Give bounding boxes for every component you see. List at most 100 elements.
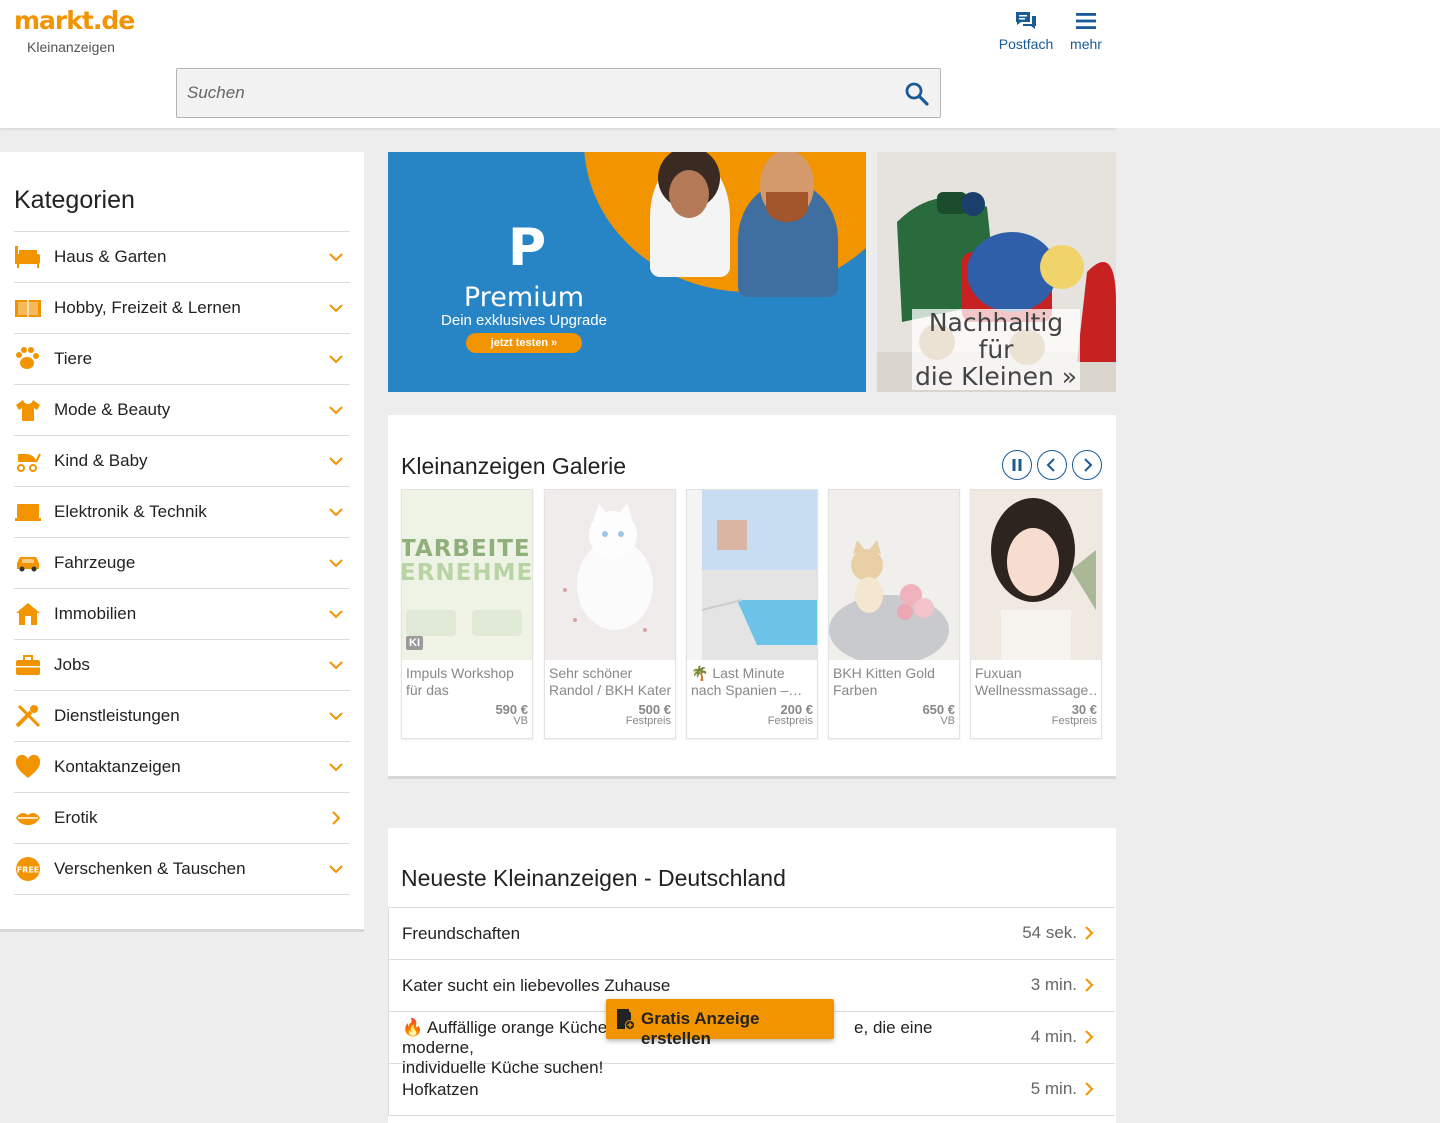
category-label: Elektronik & Technik (54, 502, 207, 521)
tshirt-icon (16, 400, 40, 421)
white-cat-image (545, 490, 675, 660)
hamburger-menu-icon (1076, 13, 1096, 29)
newest-title: Neueste Kleinanzeigen - Deutschland (401, 865, 786, 891)
gallery-item-title: Fuxuan Wellnessmassage… (975, 665, 1098, 698)
category-dienstleistungen[interactable]: Dienstleistungen (14, 691, 350, 742)
right-background (1116, 128, 1440, 1123)
gallery-item[interactable]: Sehr schöner Randol / BKH Kater 500 € Fe… (544, 489, 676, 739)
workshop-card-shape (472, 610, 522, 636)
premium-title: Premium (463, 282, 585, 313)
woman-face-shape (669, 170, 709, 218)
paw-icon (16, 347, 39, 369)
category-elektronik[interactable]: Elektronik & Technik (14, 487, 350, 538)
pool-villa-image (687, 490, 817, 660)
category-label: Hobby, Freizeit & Lernen (54, 298, 241, 317)
newest-listings-section: Neueste Kleinanzeigen - Deutschland Freu… (388, 828, 1116, 1123)
man-beard-shape (766, 192, 808, 222)
workshop-card-shape (406, 610, 456, 636)
category-mode[interactable]: Mode & Beauty (14, 385, 350, 436)
listing-time: 3 min. (1030, 975, 1077, 994)
category-label: Dienstleistungen (54, 706, 180, 725)
gallery-item-price-type: Festpreis (767, 715, 813, 727)
kids-toys-banner[interactable]: Nachhaltig für die Kleinen » (877, 152, 1116, 392)
premium-try-button[interactable]: jetzt testen » (466, 333, 582, 353)
chevron-down-icon (329, 712, 343, 721)
chevron-right-icon (1085, 978, 1094, 992)
postfach-button[interactable]: Postfach (994, 10, 1058, 52)
laptop-icon (15, 504, 41, 521)
gallery-item[interactable]: BKH Kitten Gold Farben 650 € VB (828, 489, 960, 739)
chevron-down-icon (329, 457, 343, 466)
gallery-item-title: Sehr schöner Randol / BKH Kater (549, 665, 672, 698)
category-haus-garten[interactable]: Haus & Garten (14, 232, 350, 283)
category-fahrzeuge[interactable]: Fahrzeuge (14, 538, 350, 589)
listing-title-part: 🔥 Auffällige orange Küche m (402, 1018, 627, 1037)
category-kind-baby[interactable]: Kind & Baby (14, 436, 350, 487)
chevron-down-icon (329, 610, 343, 619)
logo-text: markt.de (14, 6, 135, 35)
chevron-right-icon (1085, 1030, 1094, 1044)
book-icon (15, 300, 41, 317)
portrait-image (971, 490, 1101, 660)
car-icon (17, 557, 39, 572)
category-label: Haus & Garten (54, 247, 167, 266)
premium-subtitle: Dein exklusives Upgrade (441, 312, 607, 329)
search-input[interactable] (177, 69, 877, 117)
search-icon[interactable] (904, 81, 930, 107)
chevron-down-icon (329, 508, 343, 517)
postfach-label: Postfach (998, 36, 1054, 52)
gallery-item-price-type: VB (940, 715, 955, 727)
listing-title: Freundschaften (402, 924, 521, 943)
create-ad-button[interactable]: Gratis Anzeige erstellen (606, 999, 834, 1048)
listing-row[interactable]: Hofkatzen 5 min. (388, 1064, 1115, 1116)
gallery-item-image (829, 490, 959, 660)
house-icon (16, 603, 40, 625)
category-label: Kontaktanzeigen (54, 757, 181, 776)
chevron-left-icon (1046, 458, 1055, 472)
gallery-item[interactable]: Fuxuan Wellnessmassage… 30 € Festpreis (970, 489, 1102, 739)
category-label: Immobilien (54, 604, 137, 623)
gallery-item-price-type: VB (513, 715, 528, 727)
gallery-item[interactable]: TARBEITER. ERNEHMEN. KI Impuls Workshop … (401, 489, 533, 739)
category-label: Tiere (54, 349, 93, 368)
site-header: markt.de Kleinanzeigen Postfach mehr (0, 0, 1440, 128)
chevron-down-icon (329, 355, 343, 364)
category-list: Haus & Garten Hobby, Freizeit & Lernen T… (14, 231, 350, 895)
ai-badge: KI (406, 636, 423, 650)
premium-logo: P (508, 218, 547, 278)
premium-banner[interactable]: P Premium Dein exklusives Upgrade jetzt … (388, 152, 866, 392)
chevron-right-icon (1085, 1082, 1094, 1096)
category-verschenken[interactable]: FREE Verschenken & Tauschen (14, 844, 350, 895)
category-jobs[interactable]: Jobs (14, 640, 350, 691)
listing-title: Kater sucht ein liebevolles Zuhause (402, 976, 671, 995)
gallery-item-image (687, 490, 817, 660)
mehr-label: mehr (1070, 36, 1102, 52)
category-erotik[interactable]: Erotik (14, 793, 350, 844)
sofa-icon (15, 246, 40, 268)
gallery-item-image (545, 490, 675, 660)
gallery-next-button[interactable] (1072, 450, 1102, 480)
mehr-menu-button[interactable]: mehr (1054, 10, 1118, 52)
site-logo[interactable]: markt.de (14, 6, 135, 35)
gallery-item[interactable]: 🌴 Last Minute nach Spanien –… 200 € Fest… (686, 489, 818, 739)
chevron-down-icon (329, 304, 343, 313)
category-tiere[interactable]: Tiere (14, 334, 350, 385)
gallery-item-title: BKH Kitten Gold Farben (833, 665, 935, 698)
gallery-prev-button[interactable] (1037, 450, 1067, 480)
gallery-pause-button[interactable] (1002, 450, 1032, 480)
kids-caption-line1: Nachhaltig für (928, 308, 1064, 364)
chevron-down-icon (329, 763, 343, 772)
category-hobby[interactable]: Hobby, Freizeit & Lernen (14, 283, 350, 334)
category-immobilien[interactable]: Immobilien (14, 589, 350, 640)
svg-text:FREE: FREE (17, 866, 40, 875)
category-label: Kind & Baby (54, 451, 148, 470)
search-bar (176, 68, 941, 118)
kitten-image (829, 490, 959, 660)
listing-time: 4 min. (1030, 1027, 1077, 1046)
listing-row[interactable]: Freundschaften 54 sek. (388, 908, 1115, 960)
category-kontaktanzeigen[interactable]: Kontaktanzeigen (14, 742, 350, 793)
chevron-down-icon (329, 253, 343, 262)
gallery-item-title: Impuls Workshop für das Betriebliche… (406, 665, 514, 698)
chevron-down-icon (329, 661, 343, 670)
gallery-item-price-type: Festpreis (625, 715, 671, 727)
